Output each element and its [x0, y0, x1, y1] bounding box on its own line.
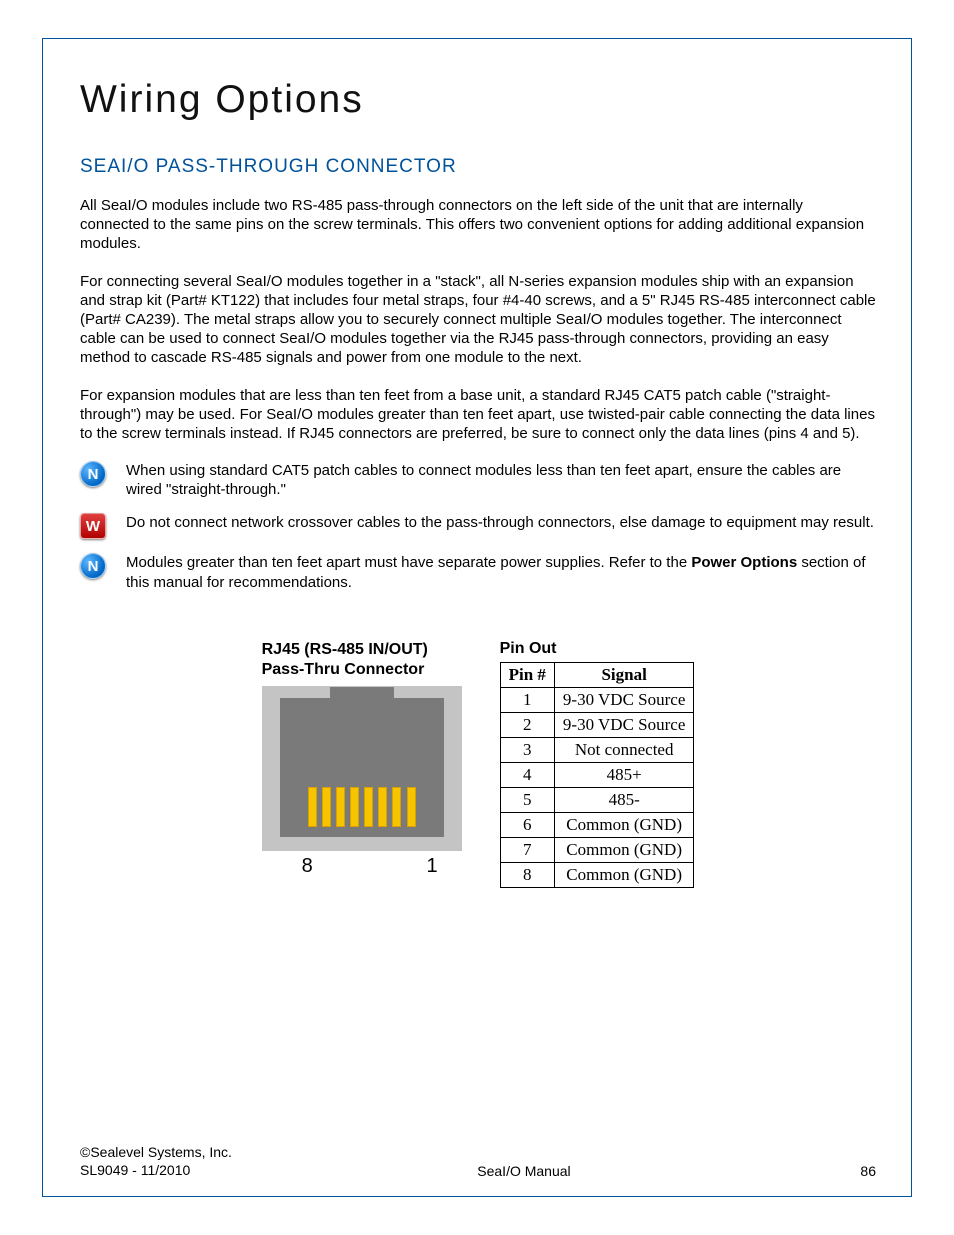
note-text: When using standard CAT5 patch cables to… — [126, 461, 876, 499]
note-row: N When using standard CAT5 patch cables … — [80, 461, 876, 499]
cell-pin: 7 — [500, 837, 554, 862]
cell-pin: 5 — [500, 787, 554, 812]
cell-signal: Common (GND) — [554, 812, 693, 837]
pin-labels: 8 1 — [262, 855, 472, 878]
table-header-row: Pin # Signal — [500, 662, 694, 687]
cell-pin: 6 — [500, 812, 554, 837]
connector-column: RJ45 (RS-485 IN/OUT) Pass-Thru Connector… — [262, 640, 472, 888]
pin-label-right: 1 — [426, 855, 437, 878]
table-header-pin: Pin # — [500, 662, 554, 687]
footer-center: SeaI/O Manual — [232, 1163, 816, 1179]
paragraph-2: For connecting several SeaI/O modules to… — [80, 272, 876, 368]
cell-signal: 9-30 VDC Source — [554, 687, 693, 712]
cell-signal: Common (GND) — [554, 837, 693, 862]
table-row: 4485+ — [500, 762, 694, 787]
pinout-column: Pin Out Pin # Signal 19-30 VDC Source 29… — [500, 640, 695, 888]
page-footer: ©Sealevel Systems, Inc. SL9049 - 11/2010… — [80, 1143, 876, 1179]
note-icon-n: N — [80, 553, 126, 579]
pinout-title: Pin Out — [500, 640, 695, 658]
note-text: Do not connect network crossover cables … — [126, 513, 876, 532]
pin-label-left: 8 — [302, 855, 313, 878]
footer-copyright: ©Sealevel Systems, Inc. — [80, 1144, 232, 1160]
rj45-pins — [308, 779, 416, 827]
note-row: W Do not connect network crossover cable… — [80, 513, 876, 539]
rj45-body — [280, 698, 444, 837]
table-row: 5485- — [500, 787, 694, 812]
note-row: N Modules greater than ten feet apart mu… — [80, 553, 876, 591]
cell-signal: 9-30 VDC Source — [554, 712, 693, 737]
page-title: Wiring Options — [80, 78, 876, 122]
rj45-tab — [330, 687, 394, 698]
page-content: Wiring Options SeaI/O Pass-Through Conne… — [80, 78, 876, 888]
footer-page: 86 — [816, 1163, 876, 1179]
cell-signal: 485+ — [554, 762, 693, 787]
note-text-pre: Modules greater than ten feet apart must… — [126, 554, 691, 571]
figure-area: RJ45 (RS-485 IN/OUT) Pass-Thru Connector… — [80, 640, 876, 888]
cell-signal: Common (GND) — [554, 862, 693, 887]
note-icon-n: N — [80, 461, 126, 487]
paragraph-3: For expansion modules that are less than… — [80, 386, 876, 444]
note-icon-w: W — [80, 513, 126, 539]
footer-docnum: SL9049 - 11/2010 — [80, 1162, 190, 1178]
table-row: 6Common (GND) — [500, 812, 694, 837]
cell-signal: 485- — [554, 787, 693, 812]
cell-pin: 8 — [500, 862, 554, 887]
paragraph-1: All SeaI/O modules include two RS-485 pa… — [80, 196, 876, 254]
cell-pin: 2 — [500, 712, 554, 737]
cell-signal: Not connected — [554, 737, 693, 762]
table-row: 29-30 VDC Source — [500, 712, 694, 737]
connector-title-line1: RJ45 (RS-485 IN/OUT) — [262, 641, 428, 658]
cell-pin: 3 — [500, 737, 554, 762]
note-text: Modules greater than ten feet apart must… — [126, 553, 876, 591]
pinout-table: Pin # Signal 19-30 VDC Source 29-30 VDC … — [500, 662, 695, 888]
connector-title-line2: Pass-Thru Connector — [262, 661, 425, 678]
note-text-bold: Power Options — [691, 554, 797, 571]
footer-left: ©Sealevel Systems, Inc. SL9049 - 11/2010 — [80, 1143, 232, 1179]
table-row: 8Common (GND) — [500, 862, 694, 887]
table-row: 3Not connected — [500, 737, 694, 762]
cell-pin: 4 — [500, 762, 554, 787]
cell-pin: 1 — [500, 687, 554, 712]
table-row: 19-30 VDC Source — [500, 687, 694, 712]
table-header-signal: Signal — [554, 662, 693, 687]
section-heading: SeaI/O Pass-Through Connector — [80, 156, 876, 178]
info-badge-icon: N — [80, 461, 106, 487]
rj45-diagram — [262, 686, 462, 851]
info-badge-icon: N — [80, 553, 106, 579]
connector-title: RJ45 (RS-485 IN/OUT) Pass-Thru Connector — [262, 640, 472, 680]
table-row: 7Common (GND) — [500, 837, 694, 862]
warning-badge-icon: W — [80, 513, 106, 539]
